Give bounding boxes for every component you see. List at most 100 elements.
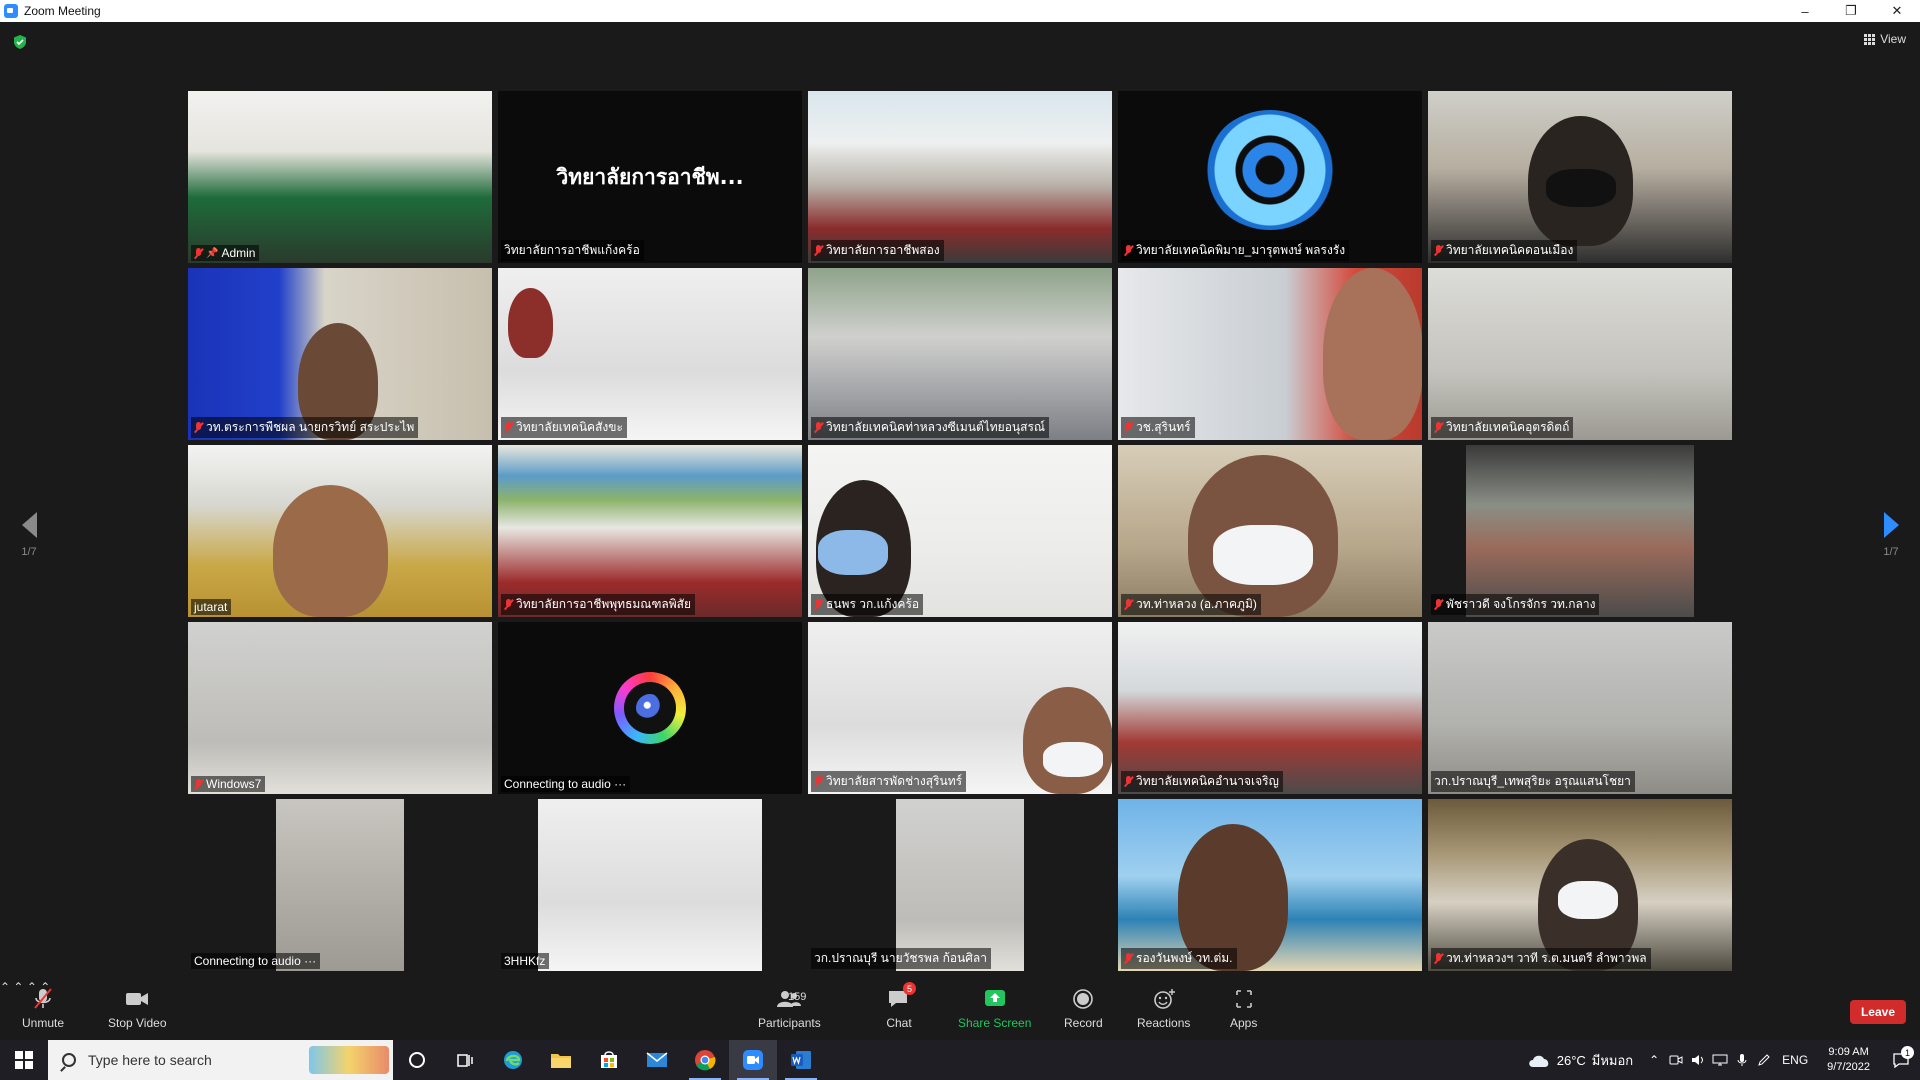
video-tile[interactable]: พัชราวดี จงโกรจักร วท.กลาง (1428, 445, 1732, 617)
zoom-icon[interactable] (729, 1040, 777, 1080)
video-camera-icon (126, 993, 149, 1005)
meet-now-icon[interactable] (1665, 1040, 1687, 1080)
letterbox (1024, 799, 1112, 971)
microphone-icon[interactable] (1731, 1040, 1753, 1080)
chrome-icon[interactable] (681, 1040, 729, 1080)
taskbar-search-box[interactable]: Type here to search (48, 1040, 393, 1080)
input-language[interactable]: ENG (1775, 1040, 1815, 1080)
view-button[interactable]: View (1864, 32, 1906, 46)
participant-name: Admin (221, 246, 256, 260)
video-tile[interactable]: Connecting to audio ··· (498, 622, 802, 794)
participant-name: วิทยาลัยเทคนิคสังขะ (516, 420, 623, 434)
unmute-button[interactable]: Unmute (22, 988, 64, 1030)
participant-name-tag: วท.ท่าหลวงฯ วาที ร.ต.มนตรี ลำพาวพล (1431, 948, 1651, 969)
file-explorer-icon[interactable] (537, 1040, 585, 1080)
volume-icon[interactable] (1687, 1040, 1709, 1080)
leave-button[interactable]: Leave (1849, 1000, 1906, 1024)
store-icon[interactable] (585, 1040, 633, 1080)
stop-video-button[interactable]: Stop Video (108, 988, 167, 1030)
weather-widget[interactable]: 26°C มีหมอก (1517, 1050, 1643, 1071)
participant-name: วท.ท่าหลวงฯ วาที ร.ต.มนตรี ลำพาวพล (1446, 951, 1647, 965)
start-button[interactable] (0, 1040, 48, 1080)
zoom-app-icon (4, 4, 18, 18)
muted-mic-icon (814, 776, 823, 787)
video-tile[interactable]: วิทยาลัยเทคนิคท่าหลวงซีเมนต์ไทยอนุสรณ์ (808, 268, 1112, 440)
participant-name-tag: วิทยาลัยเทคนิคท่าหลวงซีเมนต์ไทยอนุสรณ์ (811, 417, 1050, 438)
video-tile[interactable]: วช.สุรินทร์ (1118, 268, 1422, 440)
participants-label: Participants (758, 1016, 821, 1030)
apps-button[interactable]: Apps (1230, 988, 1257, 1030)
letterbox (808, 799, 896, 971)
minimize-button[interactable]: – (1782, 0, 1828, 22)
participant-name: วิทยาลัยสารพัดช่างสุรินทร์ (826, 774, 963, 788)
edge-icon[interactable] (489, 1040, 537, 1080)
letterbox (498, 799, 538, 971)
video-tile[interactable]: วิทยาลัยเทคนิคอำนาจเจริญ (1118, 622, 1422, 794)
participant-name-tag: 📌 Admin (191, 245, 260, 261)
notification-center-button[interactable]: 1 (1882, 1040, 1920, 1080)
video-feed (498, 445, 802, 617)
close-button[interactable]: ✕ (1874, 0, 1920, 22)
participant-name: วก.ปราณบุรี_เทพสุริยะ อรุณแสนโชยา (1434, 774, 1631, 788)
participant-name-tag: วิทยาลัยเทคนิคอำนาจเจริญ (1121, 771, 1283, 792)
participants-button[interactable]: 159 Participants (758, 988, 821, 1030)
apps-icon (1235, 990, 1252, 1008)
previous-page-button[interactable]: 1/7 (14, 512, 44, 572)
muted-mic-icon (814, 599, 823, 610)
chat-label: Chat (886, 1016, 912, 1030)
show-hidden-icons-chevron-icon[interactable]: ⌃ (1643, 1040, 1665, 1080)
mail-icon[interactable] (633, 1040, 681, 1080)
page-indicator: 1/7 (21, 546, 37, 558)
video-feed (498, 799, 802, 971)
video-tile[interactable]: วิทยาลัยการอาชีพสอง (808, 91, 1112, 263)
participant-name-tag: Connecting to audio ··· (501, 776, 631, 792)
video-tile[interactable]: 📌 Admin (188, 91, 492, 263)
video-tile[interactable]: รองวันพงษ์ วท.ต่ม. (1118, 799, 1422, 971)
weather-description: มีหมอก (1591, 1052, 1634, 1068)
video-tile-active-speaker[interactable]: วิทยาลัยการอาชีพ... วิทยาลัยการอาชีพแก้ง… (498, 91, 802, 263)
participant-figure (508, 288, 553, 358)
video-tile[interactable]: วก.ปราณบุรี นายวัชรพล ก้อนศิลา (808, 799, 1112, 971)
video-tile[interactable]: วิทยาลัยเทคนิคพิมาย_มารุตพงษ์ พลรงรัง (1118, 91, 1422, 263)
clock[interactable]: 9:09 AM 9/7/2022 (1815, 1045, 1882, 1075)
video-tile[interactable]: วท.ท่าหลวงฯ วาที ร.ต.มนตรี ลำพาวพล (1428, 799, 1732, 971)
record-button[interactable]: Record (1064, 988, 1103, 1030)
video-tile[interactable]: วิทยาลัยสารพัดช่างสุรินทร์ (808, 622, 1112, 794)
restore-button[interactable]: ❐ (1828, 0, 1874, 22)
task-view-icon[interactable] (441, 1040, 489, 1080)
cortana-icon[interactable] (393, 1040, 441, 1080)
video-tile[interactable]: วท.ท่าหลวง (อ.ภาคภูมิ) (1118, 445, 1422, 617)
video-feed (1428, 622, 1732, 794)
video-feed (808, 268, 1112, 440)
video-tile[interactable]: วิทยาลัยเทคนิคอุตรดิตถ์ (1428, 268, 1732, 440)
next-page-button[interactable]: 1/7 (1876, 512, 1906, 572)
video-tile[interactable]: วิทยาลัยการอาชีพพุทธมณฑลพิสัย (498, 445, 802, 617)
video-feed (1428, 268, 1732, 440)
share-screen-button[interactable]: Share Screen (958, 988, 1031, 1030)
muted-mic-icon (1434, 953, 1443, 964)
video-tile[interactable]: วิทยาลัยเทคนิคสังขะ (498, 268, 802, 440)
audio-options-caret[interactable]: ⌃ (0, 980, 10, 994)
pen-icon[interactable] (1753, 1040, 1775, 1080)
reactions-button[interactable]: Reactions (1137, 988, 1190, 1030)
muted-mic-icon (1124, 245, 1133, 256)
video-tile[interactable]: วิทยาลัยเทคนิคดอนเมือง (1428, 91, 1732, 263)
muted-mic-icon (194, 247, 203, 259)
reactions-label: Reactions (1137, 1016, 1191, 1030)
video-tile[interactable]: วก.ปราณบุรี_เทพสุริยะ อรุณแสนโชยา (1428, 622, 1732, 794)
participant-name-tag: วิทยาลัยการอาชีพสอง (811, 240, 944, 261)
participant-name: วิทยาลัยเทคนิคท่าหลวงซีเมนต์ไทยอนุสรณ์ (826, 420, 1046, 434)
video-tile[interactable]: Connecting to audio ··· (188, 799, 492, 971)
participant-name: ธนพร วก.แก้งคร้อ (826, 597, 920, 611)
chat-button[interactable]: 5 Chat (886, 982, 916, 1030)
word-icon[interactable] (777, 1040, 825, 1080)
participant-name-tag: ธนพร วก.แก้งคร้อ (811, 594, 924, 615)
video-tile[interactable]: ธนพร วก.แก้งคร้อ (808, 445, 1112, 617)
video-tile[interactable]: Windows7 (188, 622, 492, 794)
view-label: View (1880, 32, 1906, 46)
video-tile[interactable]: jutarat (188, 445, 492, 617)
video-tile[interactable]: 3HHKfz (498, 799, 802, 971)
network-icon[interactable] (1709, 1040, 1731, 1080)
video-tile[interactable]: วท.ตระการพืชผล นายกรวิทย์ สระประไพ (188, 268, 492, 440)
security-shield-icon[interactable] (12, 34, 28, 50)
